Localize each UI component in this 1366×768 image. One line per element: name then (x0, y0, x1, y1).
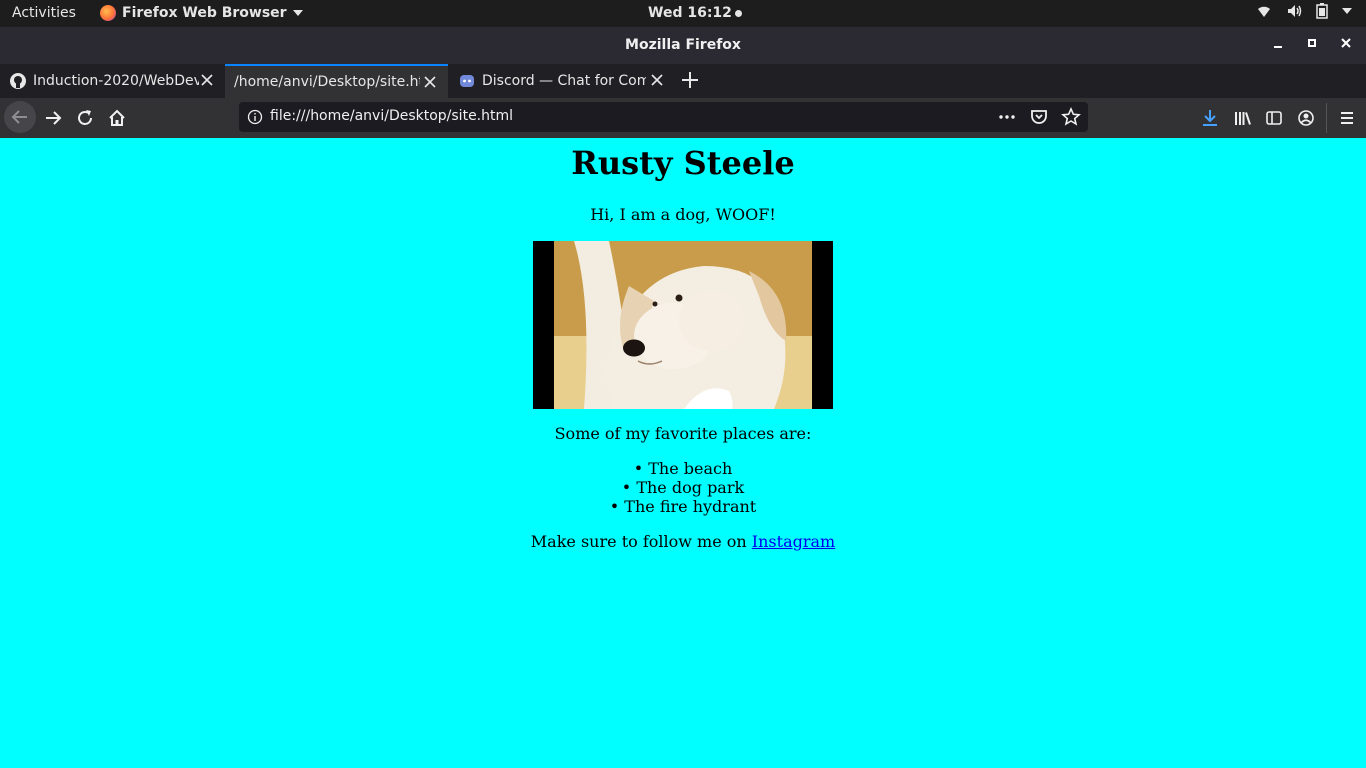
bookmark-star-icon[interactable] (1060, 106, 1082, 128)
maximize-icon[interactable] (1306, 36, 1318, 50)
back-button[interactable] (4, 101, 36, 133)
pocket-icon[interactable] (1028, 106, 1050, 128)
info-icon[interactable] (247, 109, 263, 125)
system-top-bar: Activities Firefox Web Browser Wed 16:12 (0, 0, 1366, 27)
activities-button[interactable]: Activities (12, 5, 76, 21)
notification-dot-icon (734, 9, 742, 17)
intro-text: Hi, I am a dog, WOOF! (590, 205, 776, 224)
close-tab-icon[interactable] (199, 72, 215, 88)
wifi-icon (1258, 6, 1270, 18)
tab-github[interactable]: Induction-2020/WebDev (0, 64, 225, 98)
clock-label: Wed 16:12 (648, 5, 732, 21)
forward-button[interactable] (41, 106, 65, 130)
reload-icon (78, 110, 92, 125)
close-tab-icon[interactable] (422, 74, 438, 90)
navigation-toolbar: file:///home/anvi/Desktop/site.html (0, 98, 1366, 138)
hamburger-menu-icon (1341, 112, 1353, 124)
app-menu-label: Firefox Web Browser (122, 5, 287, 21)
account-button[interactable] (1294, 106, 1318, 130)
dog-photo-frame (554, 241, 812, 409)
more-options-icon[interactable] (996, 106, 1018, 128)
list-item: The beach (0, 459, 1366, 478)
battery-icon (1316, 3, 1328, 19)
follow-line: Make sure to follow me on Instagram (0, 532, 1366, 551)
open-menu-button[interactable] (1335, 106, 1359, 130)
close-icon[interactable] (1340, 36, 1352, 50)
window-controls (1272, 36, 1352, 50)
list-item: The fire hydrant (0, 497, 1366, 516)
puppy-illustration (554, 241, 812, 409)
places-intro: Some of my favorite places are: (554, 424, 812, 443)
library-icon (1235, 112, 1251, 125)
window-title-bar: Mozilla Firefox (0, 27, 1366, 64)
github-icon (10, 73, 26, 89)
minimize-icon[interactable] (1272, 36, 1284, 50)
clock[interactable]: Wed 16:12 (648, 5, 742, 21)
window-title: Mozilla Firefox (625, 37, 741, 53)
instagram-link[interactable]: Instagram (752, 532, 835, 551)
firefox-icon (100, 5, 116, 21)
sidebar-icon (1266, 111, 1282, 125)
list-item: The dog park (0, 478, 1366, 497)
reload-button[interactable] (73, 106, 97, 130)
new-tab-icon[interactable] (680, 70, 700, 90)
chevron-down-icon (292, 10, 303, 16)
url-text[interactable]: file:///home/anvi/Desktop/site.html (270, 108, 513, 124)
toolbar-separator (1326, 103, 1327, 133)
forward-arrow-icon (46, 111, 62, 125)
page-heading: Rusty Steele (571, 144, 795, 182)
sidebar-button[interactable] (1262, 106, 1286, 130)
tab-label: Induction-2020/WebDev (33, 73, 199, 89)
downloads-button[interactable] (1198, 106, 1222, 130)
page-actions (996, 106, 1082, 128)
back-arrow-icon (11, 110, 27, 124)
account-icon (1298, 110, 1314, 126)
library-button[interactable] (1230, 106, 1254, 130)
tab-label: Discord — Chat for Com (482, 73, 646, 89)
places-list: The beach The dog park The fire hydrant (0, 459, 1366, 516)
home-icon (109, 109, 125, 126)
download-icon (1203, 110, 1217, 126)
follow-text: Make sure to follow me on (530, 532, 752, 551)
tab-bar: Induction-2020/WebDev /home/anvi/Desktop… (0, 64, 1366, 98)
tab-site[interactable]: /home/anvi/Desktop/site.ht (225, 64, 448, 98)
close-tab-icon[interactable] (649, 72, 665, 88)
system-tray[interactable] (1256, 3, 1352, 19)
app-menu[interactable]: Firefox Web Browser (100, 5, 303, 21)
volume-icon (1288, 5, 1302, 17)
home-button[interactable] (105, 106, 129, 130)
address-bar[interactable]: file:///home/anvi/Desktop/site.html (239, 102, 1088, 132)
tab-label: /home/anvi/Desktop/site.ht (234, 74, 420, 90)
chevron-down-icon (1342, 8, 1352, 14)
page-content: Rusty Steele Hi, I am a dog, WOOF! Some … (0, 138, 1366, 768)
discord-icon (460, 75, 474, 87)
dog-photo (533, 241, 833, 409)
tab-discord[interactable]: Discord — Chat for Com (449, 64, 675, 98)
